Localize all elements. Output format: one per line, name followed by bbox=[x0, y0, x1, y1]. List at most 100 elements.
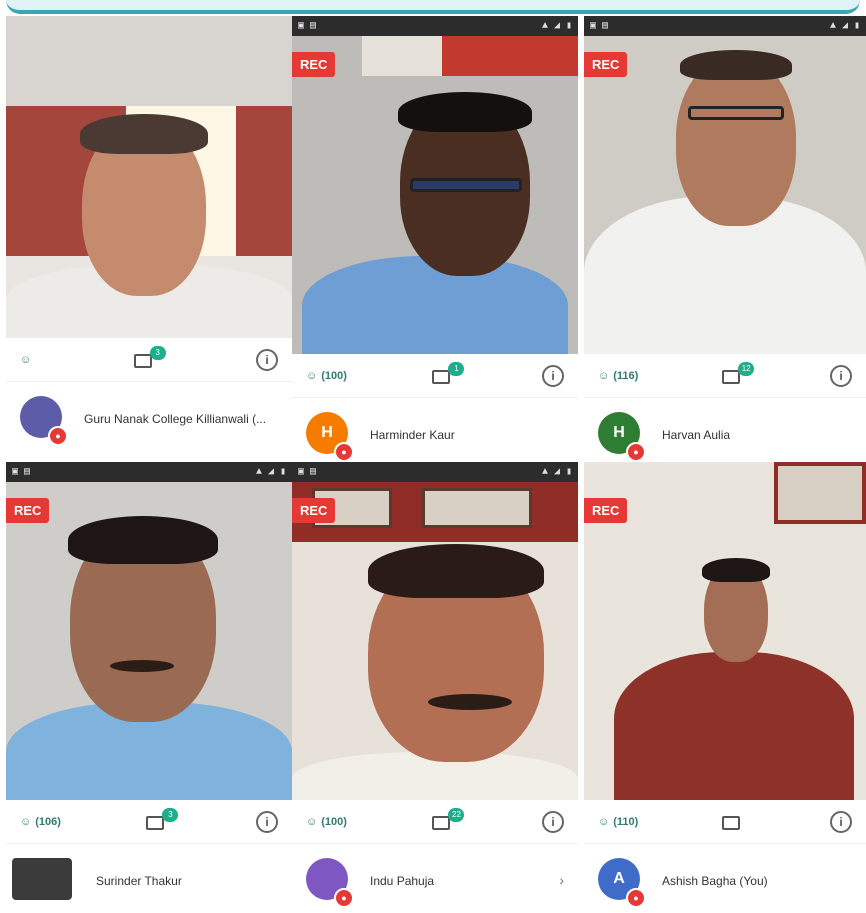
participant-row[interactable]: ● Guru Nanak College Killianwali (... bbox=[6, 382, 292, 450]
meeting-panel-4: ▣ ▤ ▲ ◢ ▮ REC ☺ (106) 3 i Surinder Thakur bbox=[6, 462, 292, 912]
info-icon[interactable]: i bbox=[541, 364, 564, 387]
recording-badge: REC bbox=[584, 498, 628, 523]
top-frame-bar bbox=[6, 0, 860, 14]
meeting-toolbar: ☺ (100) 1 i bbox=[292, 354, 578, 398]
status-icons-left: ▣ ▤ bbox=[298, 467, 317, 478]
info-icon[interactable]: i bbox=[255, 348, 278, 371]
status-bar: ▣ ▤ ▲ ◢ ▮ bbox=[292, 462, 578, 482]
participants-count[interactable]: ☺ (110) bbox=[598, 816, 638, 828]
status-icons-right: ▲ ◢ ▮ bbox=[541, 467, 572, 478]
participant-name: Surinder Thakur bbox=[96, 874, 182, 888]
participants-count[interactable]: ☺ bbox=[20, 354, 35, 366]
chat-badge: 22 bbox=[448, 807, 465, 822]
meeting-panel-1: ☺ 3 i ● Guru Nanak College Killianwali (… bbox=[6, 16, 292, 466]
chat-button[interactable]: 3 bbox=[146, 807, 179, 832]
person-hair bbox=[398, 92, 532, 132]
chat-icon bbox=[722, 815, 741, 830]
participant-row[interactable]: ● Indu Pahuja › bbox=[292, 844, 578, 912]
person-body bbox=[302, 256, 568, 354]
video-feed bbox=[292, 482, 578, 800]
meeting-panel-2: ▣ ▤ ▲ ◢ ▮ REC ☺ (100) 1 i H ● Harminder Ka… bbox=[292, 16, 578, 466]
info-icon[interactable]: i bbox=[255, 810, 278, 833]
wall-banner bbox=[442, 36, 578, 76]
mic-off-icon: ● bbox=[626, 888, 646, 908]
participant-row[interactable]: H ● Harminder Kaur bbox=[292, 398, 578, 466]
mic-off-icon: ● bbox=[334, 442, 354, 462]
participants-count[interactable]: ☺ (106) bbox=[20, 816, 61, 828]
person-moustache bbox=[428, 694, 512, 710]
video-feed bbox=[584, 36, 866, 354]
participant-name: Harvan Aulia bbox=[662, 428, 731, 442]
people-icon: ☺ bbox=[306, 369, 318, 382]
chat-badge: 12 bbox=[738, 361, 755, 376]
participants-count[interactable]: ☺ (100) bbox=[306, 370, 347, 382]
participant-name: Harminder Kaur bbox=[370, 428, 455, 442]
meeting-toolbar: ☺ (116) 12 i bbox=[584, 354, 866, 398]
participants-count[interactable]: ☺ (116) bbox=[598, 370, 638, 382]
chat-button[interactable] bbox=[722, 812, 746, 832]
person-hair bbox=[68, 516, 218, 564]
person-glasses bbox=[410, 178, 522, 192]
recording-badge: REC bbox=[292, 52, 336, 77]
people-icon: ☺ bbox=[598, 815, 610, 828]
meeting-panel-6: REC ☺ (110) i A ● Ashish Bagha (You) bbox=[584, 462, 866, 912]
mic-off-icon: ● bbox=[334, 888, 354, 908]
participant-name: Ashish Bagha (You) bbox=[662, 874, 768, 888]
status-bar: ▣ ▤ ▲ ◢ ▮ bbox=[584, 16, 866, 36]
people-icon: ☺ bbox=[20, 353, 32, 366]
status-bar: ▣ ▤ ▲ ◢ ▮ bbox=[292, 16, 578, 36]
participant-row[interactable]: H ● Harvan Aulia bbox=[584, 398, 866, 466]
mic-off-icon: ● bbox=[48, 426, 68, 446]
recording-badge: REC bbox=[584, 52, 628, 77]
chat-button[interactable]: 12 bbox=[722, 361, 755, 386]
status-icons-right: ▲ ◢ ▮ bbox=[255, 467, 286, 478]
meeting-panel-3: ▣ ▤ ▲ ◢ ▮ REC ☺ (116) 12 i H ● Harvan Auli… bbox=[584, 16, 866, 466]
chat-button[interactable]: 1 bbox=[432, 361, 465, 386]
people-icon: ☺ bbox=[598, 369, 610, 382]
screenshot-collage: ☺ 3 i ● Guru Nanak College Killianwali (… bbox=[0, 0, 866, 913]
wall-frame bbox=[422, 488, 532, 528]
video-feed bbox=[292, 36, 578, 354]
recording-badge: REC bbox=[292, 498, 336, 523]
meeting-toolbar: ☺ (110) i bbox=[584, 800, 866, 844]
person-head bbox=[676, 56, 796, 226]
status-icons-left: ▣ ▤ bbox=[12, 467, 31, 478]
person-glasses bbox=[688, 106, 784, 120]
info-icon[interactable]: i bbox=[541, 810, 564, 833]
people-icon: ☺ bbox=[306, 815, 318, 828]
person-body bbox=[614, 652, 854, 800]
chat-badge: 3 bbox=[162, 807, 179, 822]
chat-badge: 3 bbox=[149, 345, 166, 360]
participant-avatar bbox=[12, 858, 72, 900]
status-icons-left: ▣ ▤ bbox=[590, 21, 609, 32]
mic-off-icon: ● bbox=[626, 442, 646, 462]
chat-button[interactable]: 22 bbox=[432, 807, 465, 832]
people-icon: ☺ bbox=[20, 815, 32, 828]
info-icon[interactable]: i bbox=[830, 364, 852, 387]
meeting-panel-5: ▣ ▤ ▲ ◢ ▮ REC ☺ (100) 22 i ● Indu Pahuja › bbox=[292, 462, 578, 912]
status-icons-right: ▲ ◢ ▮ bbox=[829, 21, 860, 32]
participant-row[interactable]: Surinder Thakur bbox=[6, 844, 292, 912]
chat-icon bbox=[722, 369, 741, 384]
status-icons-right: ▲ ◢ ▮ bbox=[541, 21, 572, 32]
video-feed bbox=[6, 16, 292, 338]
chat-icon bbox=[133, 353, 152, 368]
person-hair bbox=[368, 544, 544, 598]
wall-frame bbox=[774, 462, 866, 524]
person-hair bbox=[702, 558, 770, 582]
participant-name: Indu Pahuja bbox=[370, 874, 435, 888]
meeting-toolbar: ☺ (100) 22 i bbox=[292, 800, 578, 844]
chevron-right-icon[interactable]: › bbox=[559, 872, 564, 888]
recording-badge: REC bbox=[6, 498, 50, 523]
person-hair bbox=[680, 50, 792, 80]
meeting-toolbar: ☺ 3 i bbox=[6, 338, 292, 382]
person-moustache bbox=[110, 660, 174, 672]
status-bar: ▣ ▤ ▲ ◢ ▮ bbox=[6, 462, 292, 482]
participants-count[interactable]: ☺ (100) bbox=[306, 816, 347, 828]
meeting-toolbar: ☺ (106) 3 i bbox=[6, 800, 292, 844]
info-icon[interactable]: i bbox=[830, 810, 852, 833]
chat-button[interactable]: 3 bbox=[133, 345, 166, 370]
status-icons-left: ▣ ▤ bbox=[298, 21, 317, 32]
chat-badge: 1 bbox=[448, 361, 465, 376]
participant-row[interactable]: A ● Ashish Bagha (You) bbox=[584, 844, 866, 912]
